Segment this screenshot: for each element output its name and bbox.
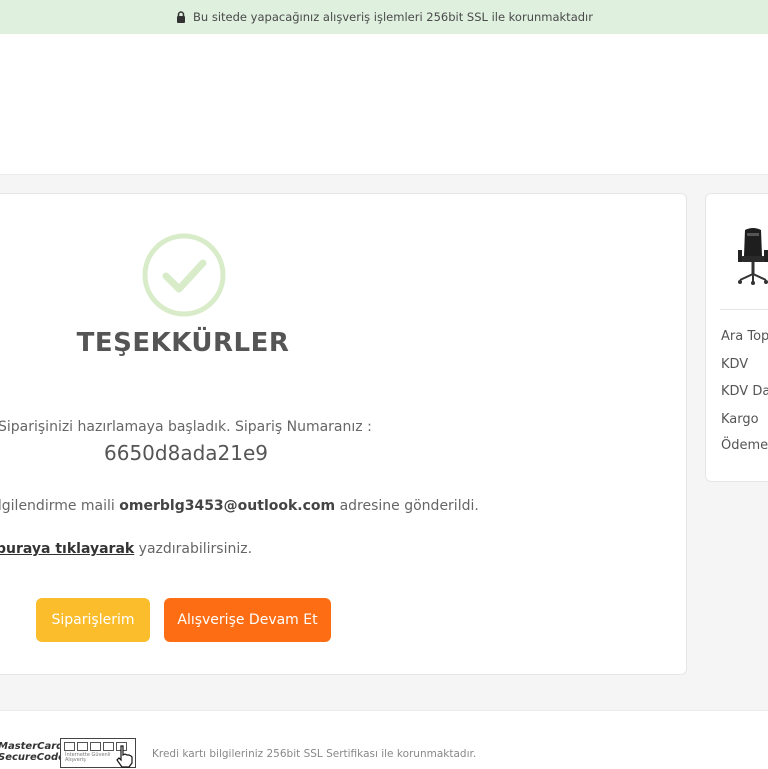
print-notice: buraya tıklayarak yazdırabilirsiniz.	[0, 541, 252, 557]
summary-shipping-label: Kargo	[721, 412, 759, 427]
success-check-icon	[142, 233, 226, 317]
summary-divider	[720, 309, 768, 310]
site-header	[0, 34, 768, 175]
thank-you-title: TEŞEKKÜRLER	[76, 328, 290, 358]
mastercard-securecode-logo: MasterCard. SecureCode	[0, 741, 68, 763]
my-orders-button[interactable]: Siparişlerim	[36, 598, 150, 642]
continue-shopping-button[interactable]: Alışverişe Devam Et	[164, 598, 331, 642]
lock-icon	[177, 11, 186, 23]
gaming-chair-product-image	[738, 228, 768, 285]
hand-cursor-icon	[116, 745, 133, 768]
summary-vat-included-label: KDV Dal	[721, 384, 768, 399]
order-number: 6650d8ada21e9	[104, 441, 269, 465]
customer-email: omerblg3453@outlook.com	[119, 498, 336, 514]
summary-payment-label: Ödeme	[721, 438, 768, 453]
print-notice-suffix: yazdırabilirsiniz.	[138, 541, 253, 557]
summary-subtotal-label: Ara Topl	[721, 329, 768, 344]
ssl-notice-text: Bu sitede yapacağınız alışveriş işlemler…	[193, 10, 593, 24]
email-notice-prefix: ilgilendirme maili	[0, 498, 115, 514]
footer-ssl-text: Kredi kartı bilgileriniz 256bit SSL Sert…	[152, 748, 477, 760]
print-link[interactable]: buraya tıklayarak	[0, 541, 134, 557]
email-notice: ilgilendirme maili omerblg3453@outlook.c…	[0, 498, 479, 514]
summary-vat-label: KDV	[721, 357, 749, 372]
ssl-notice-bar: Bu sitede yapacağınız alışveriş işlemler…	[0, 0, 768, 34]
order-started-text: Siparişinizi hazırlamaya başladık. Sipar…	[0, 419, 372, 435]
email-notice-suffix: adresine gönderildi.	[339, 498, 479, 514]
